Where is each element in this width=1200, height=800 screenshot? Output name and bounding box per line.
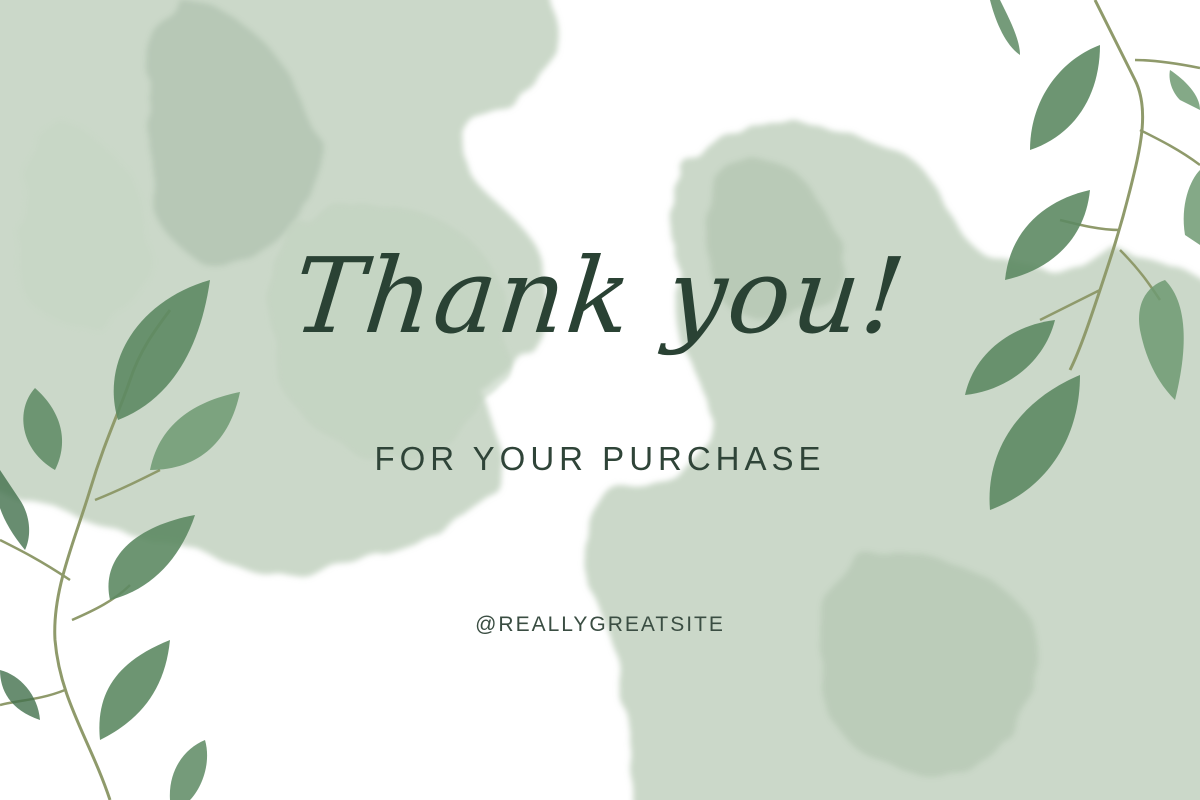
stem-left-branch — [0, 538, 71, 582]
leaf-icon — [169, 740, 208, 800]
leaf-icon — [1169, 70, 1200, 110]
purchase-subtitle: FOR YOUR PURCHASE — [374, 440, 826, 477]
leaf-icon — [990, 0, 1020, 55]
thank-you-heading: Thank you! — [287, 235, 913, 357]
leaf-icon — [1030, 45, 1100, 150]
watercolor-background — [0, 0, 1200, 800]
leaf-icon — [99, 640, 170, 740]
leaf-icon — [0, 670, 40, 720]
thank-you-card: Thank you! FOR YOUR PURCHASE @REALLYGREA… — [0, 0, 1200, 800]
site-handle: @REALLYGREATSITE — [475, 613, 725, 636]
stem-right-branch — [1134, 58, 1200, 70]
stem-right-branch-2 — [1139, 128, 1200, 167]
